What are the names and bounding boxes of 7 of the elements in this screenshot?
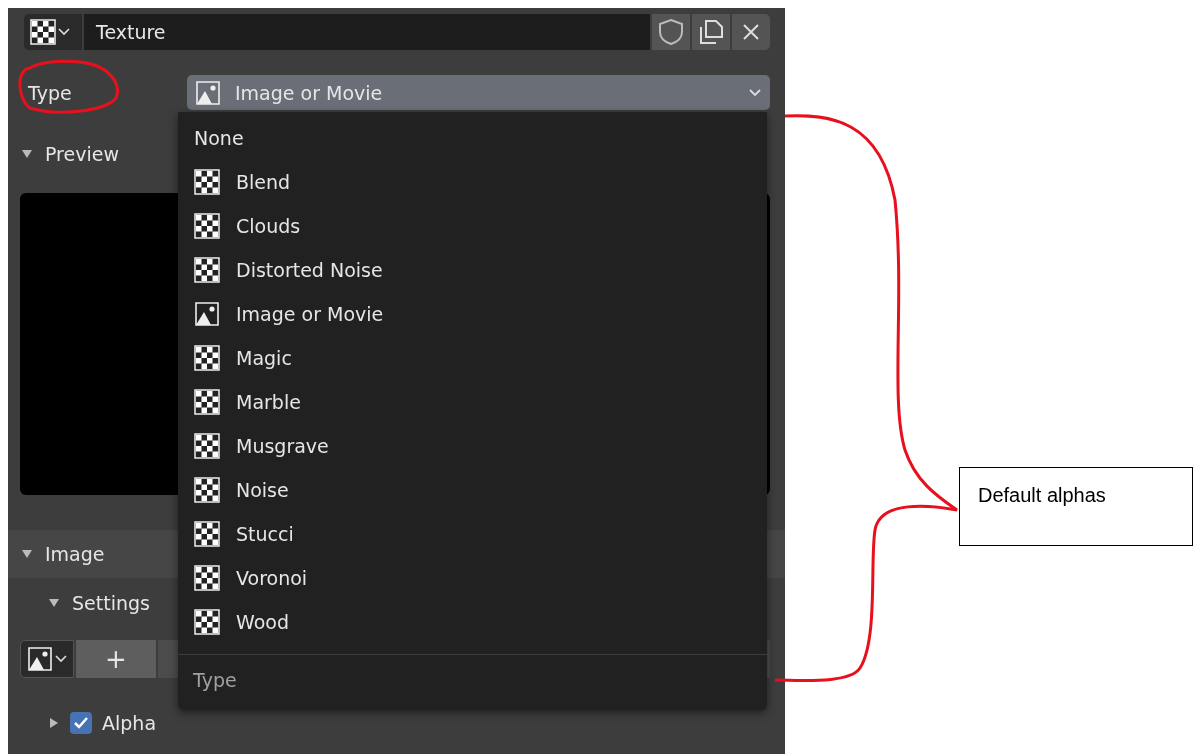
checkbox-label: Alpha	[102, 711, 157, 734]
menu-title: Type	[192, 668, 238, 691]
callout-note: Default alphas	[959, 467, 1193, 546]
type-label: Type	[27, 81, 73, 104]
section-title: Image	[45, 543, 105, 565]
section-title: Settings	[72, 591, 150, 614]
section-title: Preview	[45, 143, 119, 165]
